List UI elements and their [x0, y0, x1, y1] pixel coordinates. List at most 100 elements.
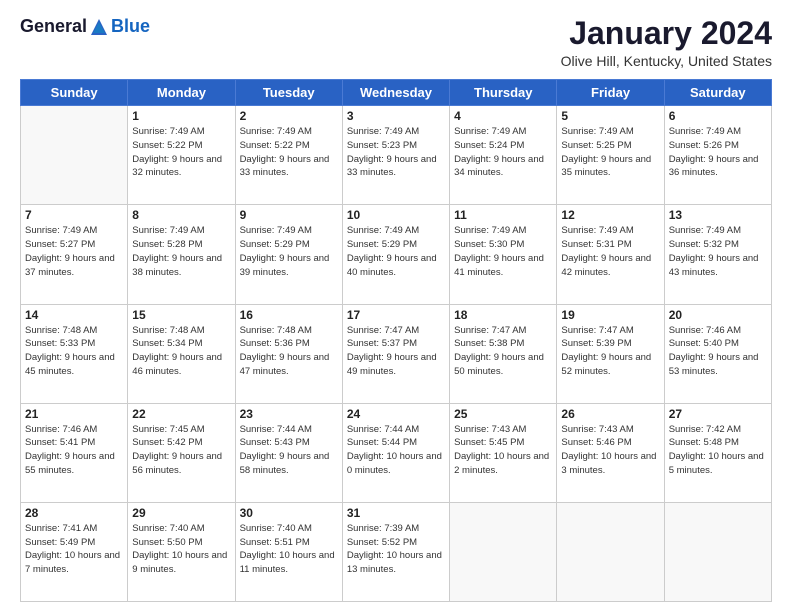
day-detail: Sunrise: 7:40 AMSunset: 5:50 PMDaylight:… [132, 522, 230, 577]
calendar-cell: 1 Sunrise: 7:49 AMSunset: 5:22 PMDaylight… [128, 106, 235, 205]
day-detail: Sunrise: 7:43 AMSunset: 5:46 PMDaylight:… [561, 423, 659, 478]
calendar-cell: 22Sunrise: 7:45 AMSunset: 5:42 PMDayligh… [128, 403, 235, 502]
calendar-table: SundayMondayTuesdayWednesdayThursdayFrid… [20, 79, 772, 602]
day-number: 6 [669, 109, 767, 123]
calendar-cell: 15Sunrise: 7:48 AMSunset: 5:34 PMDayligh… [128, 304, 235, 403]
calendar-cell: 3Sunrise: 7:49 AMSunset: 5:23 PMDaylight… [342, 106, 449, 205]
day-number: 2 [240, 109, 338, 123]
calendar-cell: 27Sunrise: 7:42 AMSunset: 5:48 PMDayligh… [664, 403, 771, 502]
day-detail: Sunrise: 7:45 AMSunset: 5:42 PMDaylight:… [132, 423, 230, 478]
location: Olive Hill, Kentucky, United States [561, 53, 772, 69]
day-number: 4 [454, 109, 552, 123]
day-number: 28 [25, 506, 123, 520]
calendar-cell: 4 Sunrise: 7:49 AMSunset: 5:24 PMDaylight… [450, 106, 557, 205]
week-row-4: 28 Sunrise: 7:41 AMSunset: 5:49 PMDayligh… [21, 502, 772, 601]
day-detail: Sunrise: 7:49 AMSunset: 5:26 PMDaylight:… [669, 125, 767, 180]
weekday-header-wednesday: Wednesday [342, 80, 449, 106]
calendar-body: 1 Sunrise: 7:49 AMSunset: 5:22 PMDaylight… [21, 106, 772, 602]
day-number: 10 [347, 208, 445, 222]
calendar-cell: 28 Sunrise: 7:41 AMSunset: 5:49 PMDayligh… [21, 502, 128, 601]
weekday-header-saturday: Saturday [664, 80, 771, 106]
calendar-cell: 25 Sunrise: 7:43 AMSunset: 5:45 PMDayligh… [450, 403, 557, 502]
weekday-header-thursday: Thursday [450, 80, 557, 106]
calendar-cell: 8 Sunrise: 7:49 AMSunset: 5:28 PMDaylight… [128, 205, 235, 304]
day-detail: Sunrise: 7:40 AMSunset: 5:51 PMDaylight:… [240, 522, 338, 577]
weekday-row: SundayMondayTuesdayWednesdayThursdayFrid… [21, 80, 772, 106]
calendar-cell: 21Sunrise: 7:46 AMSunset: 5:41 PMDayligh… [21, 403, 128, 502]
calendar-cell: 2 Sunrise: 7:49 AMSunset: 5:22 PMDaylight… [235, 106, 342, 205]
weekday-header-monday: Monday [128, 80, 235, 106]
day-detail: Sunrise: 7:49 AMSunset: 5:30 PMDaylight:… [454, 224, 552, 279]
day-detail: Sunrise: 7:42 AMSunset: 5:48 PMDaylight:… [669, 423, 767, 478]
calendar-header: SundayMondayTuesdayWednesdayThursdayFrid… [21, 80, 772, 106]
weekday-header-friday: Friday [557, 80, 664, 106]
logo: General Blue [20, 16, 150, 37]
calendar-cell [21, 106, 128, 205]
day-number: 16 [240, 308, 338, 322]
day-detail: Sunrise: 7:49 AMSunset: 5:24 PMDaylight:… [454, 125, 552, 180]
weekday-header-tuesday: Tuesday [235, 80, 342, 106]
day-number: 24 [347, 407, 445, 421]
day-detail: Sunrise: 7:44 AMSunset: 5:44 PMDaylight:… [347, 423, 445, 478]
calendar-cell: 31Sunrise: 7:39 AMSunset: 5:52 PMDayligh… [342, 502, 449, 601]
day-number: 12 [561, 208, 659, 222]
calendar-cell [450, 502, 557, 601]
calendar-cell: 13Sunrise: 7:49 AMSunset: 5:32 PMDayligh… [664, 205, 771, 304]
day-detail: Sunrise: 7:39 AMSunset: 5:52 PMDaylight:… [347, 522, 445, 577]
day-number: 18 [454, 308, 552, 322]
day-detail: Sunrise: 7:49 AMSunset: 5:31 PMDaylight:… [561, 224, 659, 279]
day-number: 9 [240, 208, 338, 222]
day-detail: Sunrise: 7:49 AMSunset: 5:28 PMDaylight:… [132, 224, 230, 279]
day-detail: Sunrise: 7:46 AMSunset: 5:40 PMDaylight:… [669, 324, 767, 379]
logo-icon [89, 17, 109, 37]
calendar-cell: 16 Sunrise: 7:48 AMSunset: 5:36 PMDayligh… [235, 304, 342, 403]
day-number: 26 [561, 407, 659, 421]
day-detail: Sunrise: 7:49 AMSunset: 5:23 PMDaylight:… [347, 125, 445, 180]
weekday-header-sunday: Sunday [21, 80, 128, 106]
day-number: 25 [454, 407, 552, 421]
day-number: 8 [132, 208, 230, 222]
day-detail: Sunrise: 7:49 AMSunset: 5:27 PMDaylight:… [25, 224, 123, 279]
day-detail: Sunrise: 7:49 AMSunset: 5:22 PMDaylight:… [132, 125, 230, 180]
calendar-cell: 26 Sunrise: 7:43 AMSunset: 5:46 PMDayligh… [557, 403, 664, 502]
calendar-cell [557, 502, 664, 601]
calendar-cell: 24 Sunrise: 7:44 AMSunset: 5:44 PMDayligh… [342, 403, 449, 502]
calendar-cell: 11Sunrise: 7:49 AMSunset: 5:30 PMDayligh… [450, 205, 557, 304]
calendar-cell [664, 502, 771, 601]
day-detail: Sunrise: 7:47 AMSunset: 5:39 PMDaylight:… [561, 324, 659, 379]
day-detail: Sunrise: 7:49 AMSunset: 5:29 PMDaylight:… [347, 224, 445, 279]
calendar-cell: 9 Sunrise: 7:49 AMSunset: 5:29 PMDaylight… [235, 205, 342, 304]
week-row-2: 14Sunrise: 7:48 AMSunset: 5:33 PMDayligh… [21, 304, 772, 403]
calendar-cell: 30 Sunrise: 7:40 AMSunset: 5:51 PMDayligh… [235, 502, 342, 601]
calendar-cell: 18 Sunrise: 7:47 AMSunset: 5:38 PMDayligh… [450, 304, 557, 403]
calendar-cell: 12 Sunrise: 7:49 AMSunset: 5:31 PMDayligh… [557, 205, 664, 304]
calendar-cell: 19Sunrise: 7:47 AMSunset: 5:39 PMDayligh… [557, 304, 664, 403]
day-number: 5 [561, 109, 659, 123]
header: General Blue January 2024 Olive Hill, Ke… [20, 16, 772, 69]
day-number: 20 [669, 308, 767, 322]
calendar-cell: 29Sunrise: 7:40 AMSunset: 5:50 PMDayligh… [128, 502, 235, 601]
calendar-cell: 10 Sunrise: 7:49 AMSunset: 5:29 PMDayligh… [342, 205, 449, 304]
day-detail: Sunrise: 7:43 AMSunset: 5:45 PMDaylight:… [454, 423, 552, 478]
day-number: 14 [25, 308, 123, 322]
calendar-title: January 2024 [561, 16, 772, 51]
week-row-0: 1 Sunrise: 7:49 AMSunset: 5:22 PMDaylight… [21, 106, 772, 205]
calendar-cell: 14Sunrise: 7:48 AMSunset: 5:33 PMDayligh… [21, 304, 128, 403]
day-number: 7 [25, 208, 123, 222]
calendar-cell: 23Sunrise: 7:44 AMSunset: 5:43 PMDayligh… [235, 403, 342, 502]
day-detail: Sunrise: 7:47 AMSunset: 5:37 PMDaylight:… [347, 324, 445, 379]
day-number: 1 [132, 109, 230, 123]
day-detail: Sunrise: 7:48 AMSunset: 5:36 PMDaylight:… [240, 324, 338, 379]
day-detail: Sunrise: 7:49 AMSunset: 5:22 PMDaylight:… [240, 125, 338, 180]
day-number: 30 [240, 506, 338, 520]
day-detail: Sunrise: 7:49 AMSunset: 5:32 PMDaylight:… [669, 224, 767, 279]
logo-blue-text: Blue [111, 16, 150, 37]
calendar-cell: 20 Sunrise: 7:46 AMSunset: 5:40 PMDayligh… [664, 304, 771, 403]
day-detail: Sunrise: 7:41 AMSunset: 5:49 PMDaylight:… [25, 522, 123, 577]
day-detail: Sunrise: 7:47 AMSunset: 5:38 PMDaylight:… [454, 324, 552, 379]
day-detail: Sunrise: 7:48 AMSunset: 5:34 PMDaylight:… [132, 324, 230, 379]
page-container: General Blue January 2024 Olive Hill, Ke… [0, 0, 792, 612]
day-detail: Sunrise: 7:49 AMSunset: 5:29 PMDaylight:… [240, 224, 338, 279]
day-detail: Sunrise: 7:44 AMSunset: 5:43 PMDaylight:… [240, 423, 338, 478]
day-detail: Sunrise: 7:49 AMSunset: 5:25 PMDaylight:… [561, 125, 659, 180]
